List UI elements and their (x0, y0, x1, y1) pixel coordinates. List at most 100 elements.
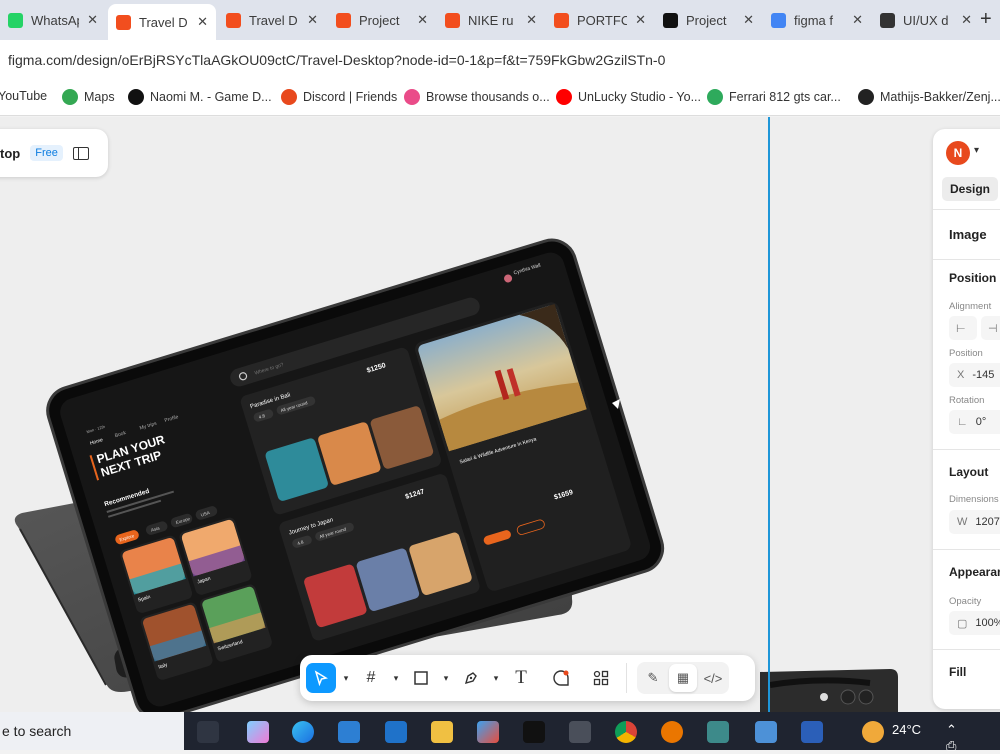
layout-guide-line (768, 117, 770, 712)
align-left-button[interactable]: ⊢ (949, 316, 977, 340)
avatar[interactable]: N (946, 141, 970, 165)
taskbar-search-text[interactable]: e to search (2, 723, 71, 739)
new-tab-button[interactable]: + (980, 8, 992, 31)
system-tray-icons[interactable]: ⌃ ⎙ (946, 722, 1000, 754)
photos-icon[interactable] (755, 721, 777, 743)
chrome-icon[interactable] (615, 721, 637, 743)
bookmark-item[interactable]: Mathijs-Bakker/Zenj... (858, 89, 1000, 105)
tab-7[interactable]: figma f ✕ (763, 0, 871, 40)
openai-icon (880, 12, 895, 28)
bookmark-label: Discord | Friends (303, 90, 398, 104)
bookmark-item[interactable]: Discord | Friends (281, 89, 397, 105)
close-icon[interactable]: ✕ (307, 12, 318, 28)
sidebar-toggle-icon[interactable] (72, 146, 89, 160)
close-icon[interactable]: ✕ (526, 12, 537, 28)
x-position-field[interactable]: X -145 (949, 363, 1000, 387)
bookmark-item[interactable]: Ferrari 812 gts car... (707, 89, 841, 105)
x-value[interactable]: -145 (972, 369, 994, 381)
file-title-pill[interactable]: top Free (0, 129, 108, 177)
browser-tab-bar: WhatsApp✕Travel D✕Travel D✕Project✕NIKE … (0, 0, 1000, 40)
tab-4[interactable]: NIKE ru ✕ (437, 0, 545, 40)
plan-badge[interactable]: Free (30, 145, 63, 161)
align-center-button[interactable]: ⊣ (981, 316, 1000, 340)
divider (933, 649, 1000, 650)
rotation-icon: ∟ (957, 416, 968, 428)
weather-temperature[interactable]: 24°C (892, 722, 921, 737)
unity-icon[interactable] (569, 721, 591, 743)
bookmark-item[interactable]: Browse thousands o... (404, 89, 550, 105)
chevron-down-icon[interactable]: ▾ (974, 145, 979, 156)
weather-icon[interactable] (862, 721, 884, 743)
tab-3[interactable]: Project ✕ (328, 0, 436, 40)
rotation-field[interactable]: ∟ 0° (949, 410, 1000, 434)
taskbar-search[interactable]: e to search (0, 712, 184, 750)
bookmark-item[interactable]: YouTube (0, 89, 47, 103)
close-icon[interactable]: ✕ (197, 14, 208, 30)
word-icon[interactable] (801, 721, 823, 743)
figma-canvas[interactable]: • • • Cynthia Wall Mon · 12th HomeBookMy… (0, 117, 1000, 712)
divider (933, 259, 1000, 260)
tab-design[interactable]: Design (942, 177, 999, 201)
chevron-down-icon[interactable]: ▾ (386, 673, 406, 684)
tab-1[interactable]: Travel D ✕ (108, 4, 216, 40)
alignment-label: Alignment (949, 301, 992, 312)
text-tool-icon[interactable]: T (506, 663, 536, 693)
chevron-down-icon[interactable]: ▾ (436, 673, 456, 684)
tab-2[interactable]: Travel D ✕ (218, 0, 326, 40)
bookmark-item[interactable]: UnLucky Studio - Yo... (556, 89, 701, 105)
chevron-down-icon[interactable]: ▾ (486, 673, 506, 684)
app-icon[interactable] (707, 721, 729, 743)
chevron-down-icon[interactable]: ▾ (336, 673, 356, 684)
tab-title: figma f (794, 12, 834, 28)
youtube-icon (556, 89, 572, 105)
pen-tool-icon[interactable] (456, 663, 486, 693)
tab-6[interactable]: Project ✕ (655, 0, 762, 40)
comment-tool-icon[interactable] (546, 663, 576, 693)
address-bar[interactable]: figma.com/design/oErBjRSYcTlaAGkOU09ctC/… (0, 40, 1000, 80)
opacity-field[interactable]: ▢ 100% (949, 611, 1000, 635)
dev-mode-icon[interactable]: </> (699, 664, 727, 692)
divider (933, 209, 1000, 210)
close-icon[interactable]: ✕ (743, 12, 754, 28)
frame-tool-icon[interactable]: # (356, 663, 386, 693)
w-value[interactable]: 1207 (975, 516, 999, 528)
figma-icon (336, 12, 351, 28)
close-icon[interactable]: ✕ (87, 12, 98, 28)
close-icon[interactable]: ✕ (417, 12, 428, 28)
design-mode-icon[interactable]: ▦ (669, 664, 697, 692)
figma-icon[interactable] (523, 721, 545, 743)
close-icon[interactable]: ✕ (852, 12, 863, 28)
close-icon[interactable]: ✕ (961, 12, 972, 28)
toolbar-divider (626, 663, 627, 693)
bookmark-item[interactable]: Naomi M. - Game D... (128, 89, 272, 105)
design-panel: N ▾ Design Image Position Alignment ⊢ ⊣ … (933, 129, 1000, 709)
rotation-value[interactable]: 0° (976, 416, 987, 428)
opacity-value[interactable]: 100% (975, 617, 1000, 629)
blender-icon[interactable] (661, 721, 683, 743)
figma-icon (226, 12, 241, 28)
appearance-heading: Appearance (949, 565, 1000, 579)
tab-0[interactable]: WhatsApp ✕ (0, 0, 106, 40)
url-text[interactable]: figma.com/design/oErBjRSYcTlaAGkOU09ctC/… (8, 52, 665, 68)
tab-title: Project (686, 12, 727, 28)
width-field[interactable]: W 1207 (949, 510, 1000, 534)
discord-icon (281, 89, 297, 105)
vscode-icon[interactable] (338, 721, 360, 743)
actions-tool-icon[interactable] (586, 663, 616, 693)
tab-title: WhatsApp (31, 12, 79, 28)
tab-5[interactable]: PORTFC ✕ (546, 0, 654, 40)
ms-store-icon[interactable] (477, 721, 499, 743)
close-icon[interactable]: ✕ (635, 12, 646, 28)
outlook-icon[interactable] (385, 721, 407, 743)
move-tool-icon[interactable] (306, 663, 336, 693)
rectangle-tool-icon[interactable] (406, 663, 436, 693)
second-tablet (760, 669, 898, 712)
copilot-icon[interactable] (247, 721, 269, 743)
file-name[interactable]: top (0, 146, 20, 161)
task-view-icon[interactable] (197, 721, 219, 743)
draw-mode-icon[interactable]: ✎ (639, 664, 667, 692)
bookmark-item[interactable]: Maps (62, 89, 115, 105)
edge-icon[interactable] (292, 721, 314, 743)
tab-8[interactable]: UI/UX d ✕ (872, 0, 980, 40)
file-explorer-icon[interactable] (431, 721, 453, 743)
